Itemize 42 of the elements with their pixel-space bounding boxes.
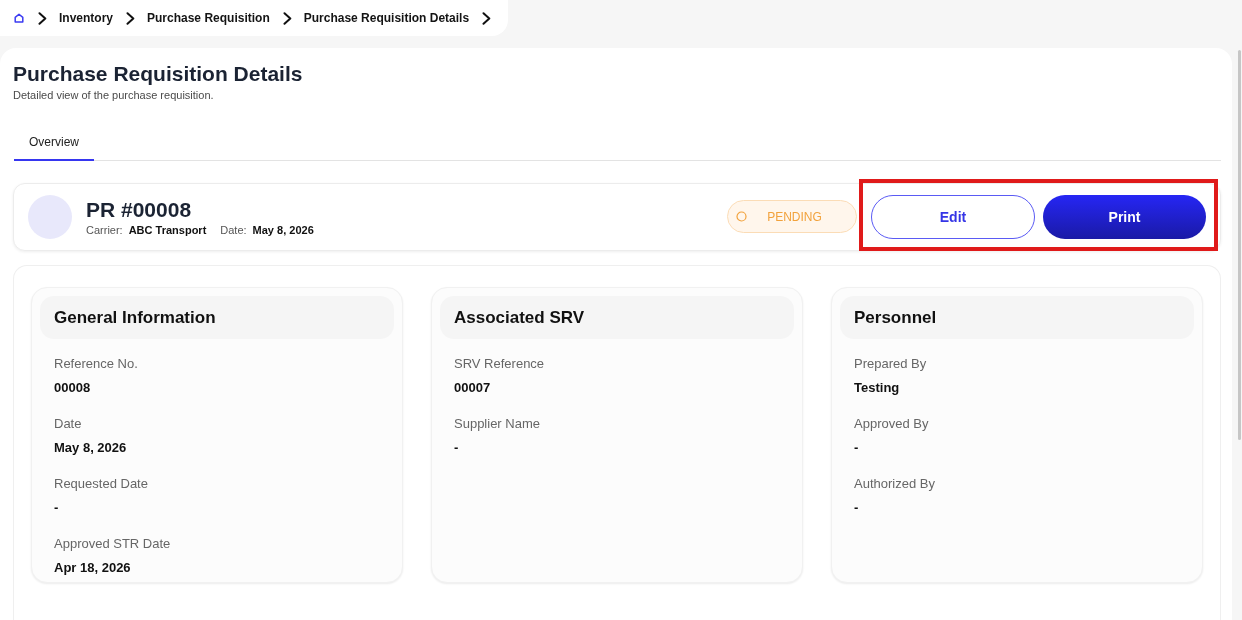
- scrollbar-thumb[interactable]: [1238, 50, 1241, 440]
- section-title: General Information: [40, 296, 394, 339]
- meta-label: Carrier:: [86, 222, 123, 237]
- page-subtitle: Detailed view of the purchase requisition.: [13, 88, 215, 102]
- field-value: Apr 18, 2026: [54, 559, 132, 577]
- field-label: Date: [54, 415, 83, 433]
- field-value: -: [854, 499, 860, 517]
- chevron-right-icon: [126, 11, 135, 25]
- chevron-right-icon: [38, 11, 47, 25]
- status-label: PENDING: [766, 209, 823, 224]
- status-ring-icon: [736, 211, 747, 222]
- tab[interactable]: Overview: [14, 124, 94, 161]
- field-value: -: [854, 439, 860, 457]
- section-title: Personnel: [840, 296, 1194, 339]
- field-label: Reference No.: [54, 355, 139, 373]
- field-label: Requested Date: [54, 475, 149, 493]
- chevron-right-icon: [482, 11, 492, 25]
- breadcrumb-link[interactable]: Purchase Requisition Details: [303, 11, 470, 25]
- field-label: Approved By: [854, 415, 930, 433]
- home-icon[interactable]: [14, 13, 24, 23]
- field-label: Authorized By: [854, 475, 936, 493]
- field-value: -: [454, 439, 460, 457]
- meta-value: May 8, 2026: [252, 222, 314, 237]
- page-title: Purchase Requisition Details: [13, 61, 304, 87]
- breadcrumb-link[interactable]: Inventory: [59, 11, 113, 25]
- field-label: Prepared By: [854, 355, 928, 373]
- record-title: PR #00008: [86, 197, 193, 222]
- meta-value: ABC Transport: [128, 222, 207, 237]
- edit-button[interactable]: Edit: [871, 195, 1035, 239]
- field-label: Supplier Name: [454, 415, 541, 433]
- breadcrumb-link[interactable]: Purchase Requisition: [147, 11, 270, 25]
- field-value: 00007: [454, 379, 492, 397]
- print-button[interactable]: Print: [1043, 195, 1206, 239]
- chevron-right-icon: [282, 11, 292, 25]
- field-value: Testing: [854, 379, 901, 397]
- field-value: 00008: [54, 379, 92, 397]
- field-label: Approved STR Date: [54, 535, 172, 553]
- field-value: May 8, 2026: [54, 439, 128, 457]
- section-title: Associated SRV: [440, 296, 794, 339]
- field-value: -: [54, 499, 60, 517]
- meta-label: Date:: [220, 222, 247, 237]
- field-label: SRV Reference: [454, 355, 546, 373]
